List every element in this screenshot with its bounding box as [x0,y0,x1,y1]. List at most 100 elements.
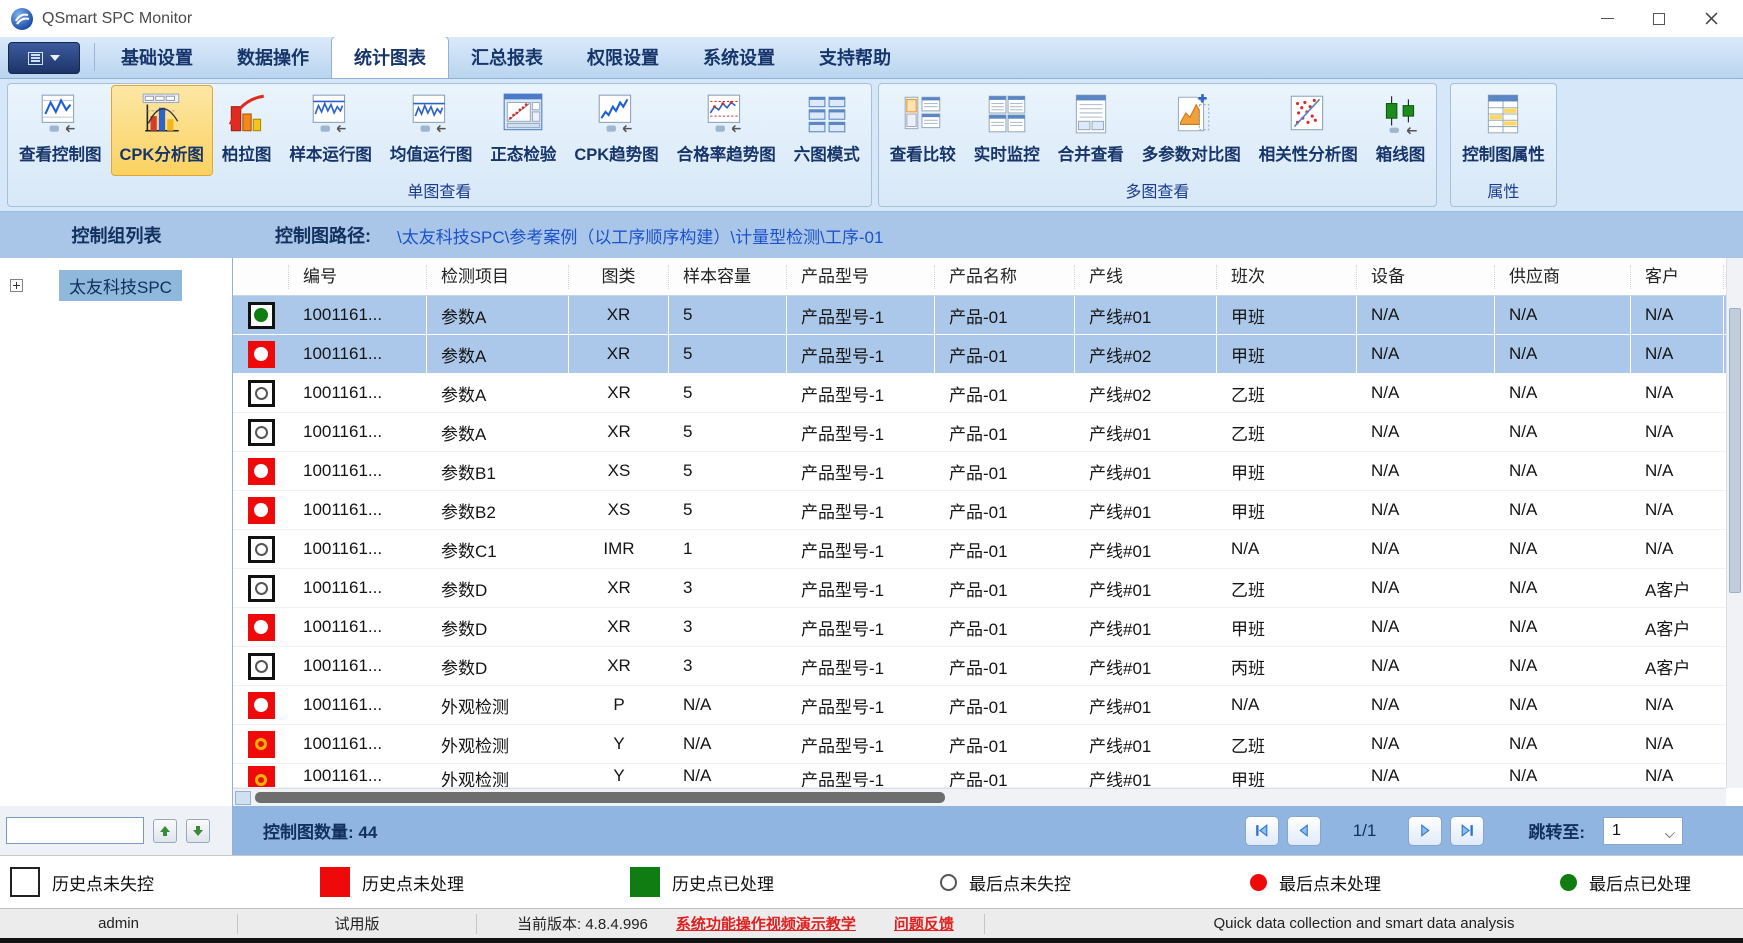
ribbon-button-正态检验[interactable]: 正态检验 [481,85,565,176]
column-header-客户[interactable]: 客户 [1631,265,1724,289]
cell-产品名称: 产品-01 [935,498,1075,523]
cell-产品名称: 产品-01 [935,693,1075,718]
column-header-编号[interactable]: 编号 [289,265,427,289]
tree-expander-icon[interactable] [10,279,23,292]
table-row[interactable]: 1001161...参数B1XS5产品型号-1产品-01产线#01甲班N/AN/… [233,452,1726,491]
ribbon-button-箱线图[interactable]: 箱线图 [1367,85,1435,176]
table-row[interactable]: 1001161...外观检测YN/A产品型号-1产品-01产线#01乙班N/AN… [233,725,1726,764]
table-row[interactable]: 1001161...参数DXR3产品型号-1产品-01产线#01乙班N/AN/A… [233,569,1726,608]
menu-tab-支持帮助[interactable]: 支持帮助 [797,37,913,78]
ribbon-button-均值运行图[interactable]: 均值运行图 [381,85,482,176]
merge-view-icon [1068,91,1114,137]
column-header-产线[interactable]: 产线 [1075,265,1217,289]
tree-node-root[interactable]: 太友科技SPC [59,270,182,301]
video-tutorial-link[interactable]: 系统功能操作视频演示教学 [676,913,856,934]
maximize-button[interactable] [1633,0,1685,37]
menu-tab-汇总报表[interactable]: 汇总报表 [449,37,565,78]
ribbon-button-label: 六图模式 [794,141,860,165]
table-row[interactable]: 1001161...外观检测YN/A产品型号-1产品-01产线#01甲班N/AN… [233,764,1726,788]
legend-item-历史点未处理: 历史点未处理 [320,867,630,897]
column-header-样本容量[interactable]: 样本容量 [669,265,787,289]
cell-产线: 产线#01 [1075,654,1217,679]
column-header-供应商[interactable]: 供应商 [1495,265,1631,289]
minimize-button[interactable] [1581,0,1633,37]
ribbon-button-label: 合并查看 [1058,141,1124,165]
table-row[interactable]: 1001161...参数C1IMR1产品型号-1产品-01产线#01N/AN/A… [233,530,1726,569]
ribbon-button-CPK趋势图[interactable]: CPK趋势图 [565,85,667,176]
ribbon-button-多参数对比图[interactable]: 多参数对比图 [1133,85,1250,176]
title-bar: QSmart SPC Monitor [0,0,1743,37]
column-header-产品型号[interactable]: 产品型号 [787,265,935,289]
ribbon-button-六图模式[interactable]: 六图模式 [785,85,869,176]
legend-label: 历史点已处理 [672,870,774,895]
table-row[interactable]: 1001161...参数DXR3产品型号-1产品-01产线#01甲班N/AN/A… [233,608,1726,647]
ribbon-button-合格率趋势图[interactable]: 合格率趋势图 [668,85,785,176]
cell-客户: A客户 [1631,654,1724,679]
app-menu-button[interactable] [8,42,80,74]
menu-tab-基础设置[interactable]: 基础设置 [99,37,215,78]
previous-page-button[interactable] [1287,816,1321,846]
ribbon-button-柏拉图[interactable]: 柏拉图 [213,85,281,176]
vertical-scrollbar[interactable] [1726,258,1743,788]
ribbon-button-查看比较[interactable]: 查看比较 [881,85,965,176]
table-row[interactable]: 1001161...外观检测PN/A产品型号-1产品-01产线#01N/AN/A… [233,686,1726,725]
cell-产线: 产线#01 [1075,693,1217,718]
ribbon-button-查看控制图[interactable]: 查看控制图 [10,85,111,176]
table-row[interactable]: 1001161...参数DXR3产品型号-1产品-01产线#01丙班N/AN/A… [233,647,1726,686]
cell-检测项目: 参数A [427,381,569,406]
status-red-square-white-dot-icon [248,341,275,368]
ribbon-button-label: 多参数对比图 [1142,141,1241,165]
list-icon [28,52,43,65]
column-header-检测项目[interactable]: 检测项目 [427,265,569,289]
move-up-button[interactable] [153,819,177,843]
next-page-button[interactable] [1408,816,1442,846]
cell-班次: 甲班 [1217,459,1357,484]
cell-图类: XS [569,461,669,481]
feedback-link[interactable]: 问题反馈 [894,913,954,934]
jump-to-page-select[interactable]: 1 [1603,817,1683,845]
ribbon-button-控制图属性[interactable]: 控制图属性 [1453,85,1554,176]
first-page-button[interactable] [1245,816,1279,846]
scroll-left-arrow[interactable] [235,791,251,805]
move-down-button[interactable] [186,819,210,843]
ribbon-button-CPK分析图[interactable]: CPK分析图 [111,85,213,176]
ribbon-button-相关性分析图[interactable]: 相关性分析图 [1250,85,1367,176]
menu-tab-数据操作[interactable]: 数据操作 [215,37,331,78]
cell-供应商: N/A [1495,766,1631,786]
scrollbar-thumb[interactable] [255,792,945,803]
ribbon-button-合并查看[interactable]: 合并查看 [1049,85,1133,176]
status-icon-cell [233,731,289,758]
ribbon-button-样本运行图[interactable]: 样本运行图 [280,85,381,176]
cell-图类: XR [569,296,669,334]
table-row[interactable]: 1001161...参数AXR5产品型号-1产品-01产线#02甲班N/AN/A… [233,335,1726,374]
cell-设备: N/A [1357,695,1495,715]
tree-search-input[interactable] [6,817,144,844]
cell-班次: 乙班 [1217,732,1357,757]
status-white-ring-icon [248,380,275,407]
close-button[interactable] [1685,0,1737,37]
cell-产品型号: 产品型号-1 [787,459,935,484]
cell-编号: 1001161... [289,578,427,598]
menu-tab-权限设置[interactable]: 权限设置 [565,37,681,78]
cell-客户: N/A [1631,335,1724,373]
menu-tab-统计图表[interactable]: 统计图表 [331,36,449,78]
table-row[interactable]: 1001161...参数AXR5产品型号-1产品-01产线#01乙班N/AN/A… [233,413,1726,452]
column-header-设备[interactable]: 设备 [1357,265,1495,289]
ribbon-button-label: 实时监控 [974,141,1040,165]
status-white-ring-icon [248,575,275,602]
ribbon-button-实时监控[interactable]: 实时监控 [965,85,1049,176]
legend-label: 最后点已处理 [1589,870,1691,895]
legend-item-历史点未失控: 历史点未失控 [10,867,320,897]
table-row[interactable]: 1001161...参数AXR5产品型号-1产品-01产线#02乙班N/AN/A… [233,374,1726,413]
last-page-button[interactable] [1450,816,1484,846]
column-header-图类[interactable]: 图类 [569,265,669,289]
cell-产品名称: 产品-01 [935,296,1075,334]
table-row[interactable]: 1001161...参数B2XS5产品型号-1产品-01产线#01甲班N/AN/… [233,491,1726,530]
menu-tab-系统设置[interactable]: 系统设置 [681,37,797,78]
table-row[interactable]: 1001161...参数AXR5产品型号-1产品-01产线#01甲班N/AN/A… [233,296,1726,335]
horizontal-scrollbar[interactable] [233,788,1726,806]
cell-产线: 产线#02 [1075,381,1217,406]
column-header-产品名称[interactable]: 产品名称 [935,265,1075,289]
cell-编号: 1001161... [289,422,427,442]
column-header-班次[interactable]: 班次 [1217,265,1357,289]
